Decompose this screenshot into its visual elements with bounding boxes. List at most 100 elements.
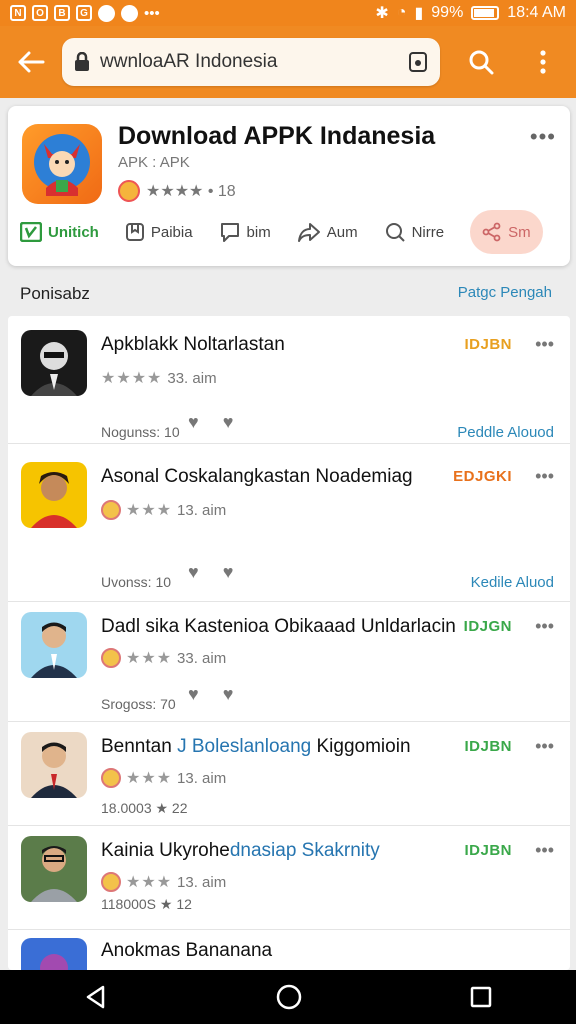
item-download-link[interactable]: Kedile Aluod: [471, 574, 554, 591]
star-rating-icon: ★★★: [126, 650, 173, 667]
list-item[interactable]: Apkblakk Noltarlastan IDJBN ••• ★★★★ 33.…: [8, 316, 570, 444]
url-text: wwnloaAR Indonesia: [100, 51, 278, 72]
item-title: Asonal Coskalangkastan Noademiag: [101, 466, 413, 487]
list-item[interactable]: Kainia Ukyrohednasiap Skakrnity IDJBN ••…: [8, 826, 570, 930]
browser-toolbar: wwnloaAR Indonesia: [0, 26, 576, 98]
bookmark-button[interactable]: Paibia: [125, 210, 193, 254]
wifi-icon: ◔: [396, 4, 407, 21]
notification-icon: [121, 4, 138, 22]
tab-switcher-icon[interactable]: [408, 51, 428, 73]
bluetooth-icon: ✱: [375, 5, 389, 22]
rating-text: ★★★★ • 18: [146, 183, 236, 200]
item-rating-text: 13. aim: [177, 769, 227, 787]
item-title: Dadl sika Kastenioa Obikaaad Unldarlacin: [101, 616, 456, 637]
back-button[interactable]: [0, 26, 62, 98]
item-thumbnail: [21, 330, 87, 396]
item-rating: ★★★ 33. aim: [101, 648, 226, 668]
address-bar[interactable]: wwnloaAR Indonesia: [62, 38, 440, 86]
share-icon: [482, 222, 501, 242]
item-rating: ★★★ 13. aim: [101, 768, 226, 788]
item-badge: IDJGN: [463, 618, 512, 635]
install-icon: [20, 222, 42, 242]
star-rating-icon: ★★★: [126, 502, 173, 519]
list-item[interactable]: Anokmas Bananana: [8, 930, 570, 970]
bookmark-icon: [125, 223, 144, 241]
app-subtitle: APK : APK: [118, 154, 190, 171]
notification-icon: G: [76, 5, 92, 21]
star-rating-icon: ★★★★: [101, 370, 163, 387]
search-icon: [469, 50, 494, 75]
comment-button[interactable]: bim: [219, 210, 271, 254]
notification-icon: N: [10, 5, 26, 21]
publisher-avatar: [101, 768, 121, 788]
item-title: Benntan J Boleslanloang Kiggomioin: [101, 736, 411, 758]
item-more-button[interactable]: •••: [535, 334, 554, 355]
item-meta: 118000S ★ 12: [101, 896, 192, 912]
star-rating-icon: ★★★: [126, 770, 173, 787]
publisher-avatar: [101, 500, 121, 520]
item-badge: IDJBN: [464, 738, 512, 755]
item-more-button[interactable]: •••: [535, 736, 554, 757]
item-rating: ★★★ 13. aim: [101, 500, 226, 520]
status-bar: N O B G ••• ✱ ◔ ▮ 99% 18:4 AM: [0, 0, 576, 26]
item-meta: Uvonss: 10: [101, 574, 172, 590]
item-title: Apkblakk Noltarlastan: [101, 334, 285, 355]
app-list: Apkblakk Noltarlastan IDJBN ••• ★★★★ 33.…: [8, 316, 570, 970]
lock-icon: [75, 52, 89, 71]
item-title-part: Kiggomioin: [311, 736, 411, 757]
item-thumbnail: [21, 732, 87, 798]
forward-button[interactable]: Aum: [297, 210, 358, 254]
item-icons: ♥ ♥: [188, 562, 233, 583]
install-button[interactable]: Unitich: [20, 210, 99, 254]
publisher-avatar: [101, 872, 121, 892]
signal-icon: ▮: [414, 5, 424, 22]
battery-icon: [471, 6, 500, 20]
item-rating-text: 13. aim: [177, 873, 227, 891]
star-rating-icon: ★★★: [126, 874, 173, 891]
item-icons: ♥ ♥: [188, 412, 233, 433]
search-action-label: Nirre: [411, 223, 445, 241]
like-icon: ♥: [188, 412, 199, 432]
list-item[interactable]: Asonal Coskalangkastan Noademiag EDJGKI …: [8, 444, 570, 602]
publisher-avatar: [118, 180, 140, 202]
item-download-link[interactable]: Peddle Alouod: [457, 424, 554, 441]
system-nav-bar: [0, 970, 576, 1024]
item-more-button[interactable]: •••: [535, 466, 554, 487]
app-logo-icon: [22, 124, 102, 204]
section-link[interactable]: Patgc Pengah: [458, 284, 552, 301]
arrow-left-icon: [18, 51, 45, 73]
forward-label: Aum: [326, 223, 358, 241]
notification-icon: O: [32, 5, 48, 21]
recents-square-icon[interactable]: [469, 985, 493, 1009]
comment-label: bim: [246, 223, 271, 241]
item-title: Kainia Ukyrohednasiap Skakrnity: [101, 840, 380, 862]
item-title: Anokmas Bananana: [101, 940, 273, 961]
list-item[interactable]: Benntan J Boleslanloang Kiggomioin IDJBN…: [8, 722, 570, 826]
app-header-card: Download APPK Indanesia APK : APK ★★★★ •…: [8, 106, 570, 266]
item-meta: Nogunss: 10: [101, 424, 180, 440]
item-thumbnail: [21, 938, 87, 970]
app-rating: ★★★★ • 18: [118, 180, 236, 202]
item-badge: EDJGKI: [453, 468, 512, 485]
item-more-button[interactable]: •••: [535, 616, 554, 637]
back-triangle-icon[interactable]: [83, 984, 109, 1010]
list-item[interactable]: Dadl sika Kastenioa Obikaaad Unldarlacin…: [8, 602, 570, 722]
like-icon: ♥: [222, 562, 234, 582]
item-rating: ★★★★ 33. aim: [101, 368, 217, 388]
item-rating-text: 13. aim: [177, 501, 227, 519]
search-action-button[interactable]: Nirre: [384, 210, 445, 254]
item-rating: ★★★ 13. aim: [101, 872, 226, 892]
overflow-menu-button[interactable]: [514, 26, 572, 98]
more-notifications-icon: •••: [144, 4, 160, 22]
item-title-part: Kainia Ukyrohe: [101, 840, 230, 861]
section-title: Ponisabz: [20, 284, 90, 303]
comment-icon: [220, 223, 239, 242]
home-circle-icon[interactable]: [275, 983, 303, 1011]
item-meta: 18.0003 ★ 22: [101, 800, 188, 816]
share-button[interactable]: Sm: [470, 210, 543, 254]
item-more-button[interactable]: •••: [535, 840, 554, 861]
search-button[interactable]: [448, 26, 514, 98]
card-more-button[interactable]: •••: [530, 124, 556, 150]
search-icon: [385, 223, 405, 242]
notification-icon: [98, 4, 115, 22]
